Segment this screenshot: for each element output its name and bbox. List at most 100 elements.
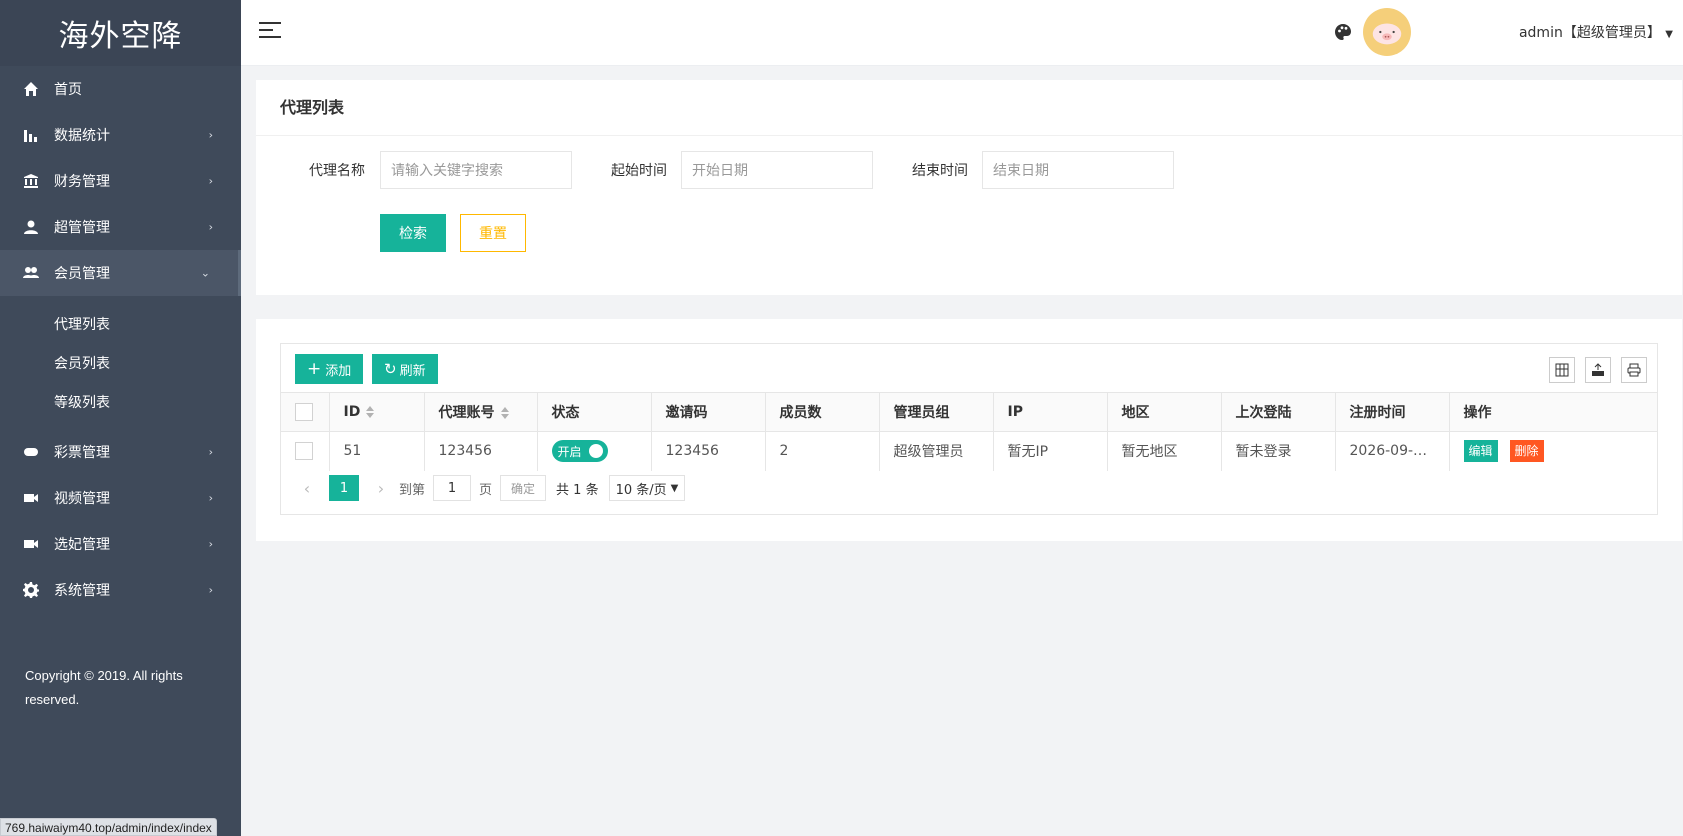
column-header: 操作: [1449, 392, 1657, 432]
top-header: admin【超级管理员】 ▼: [241, 0, 1683, 66]
submenu-item-level-list[interactable]: 等级列表: [0, 382, 241, 421]
search-button[interactable]: 检索: [380, 214, 446, 252]
video-icon: [22, 535, 40, 553]
column-header[interactable]: ID: [329, 392, 425, 432]
sidebar-item-finance[interactable]: 财务管理 ›: [0, 158, 241, 204]
chevron-down-icon: ▼: [670, 482, 679, 494]
copyright-text: Copyright © 2019. All rights reserved.: [25, 668, 183, 707]
bar-chart-icon: [22, 126, 40, 144]
cell-register-time: 2026-09-15 ...: [1335, 431, 1450, 471]
column-header-label: ID: [343, 404, 361, 420]
sidebar-item-label: 财务管理: [54, 174, 110, 190]
data-table-container: + 添加 ↻ 刷新 ID 代理账号 状态 邀请码 成员数 管理员组 IP 地区 …: [280, 343, 1658, 515]
export-icon[interactable]: [1585, 357, 1611, 383]
sidebar-item-video[interactable]: 视频管理 ›: [0, 475, 241, 521]
sidebar-item-label: 视频管理: [54, 491, 110, 507]
sidebar: 海外空降 首页 数据统计 › 财务管理 › 超管管理 › 会员管理 ⌄ 代理列表…: [0, 0, 241, 836]
column-header-label: 代理账号: [438, 405, 495, 421]
pagination: ‹ 1 › 到第 1 页 确定 共 1 条 10 条/页 ▼: [295, 474, 686, 502]
reset-button[interactable]: 重置: [460, 214, 526, 252]
avatar[interactable]: [1363, 8, 1411, 56]
select-all-checkbox[interactable]: [295, 403, 313, 421]
sidebar-item-label: 首页: [54, 82, 82, 98]
chevron-right-icon: ›: [208, 174, 213, 188]
column-header: IP: [993, 392, 1108, 432]
end-date-placeholder: 结束日期: [993, 163, 1049, 179]
table-toolbar: + 添加 ↻ 刷新: [281, 344, 1657, 392]
menu-toggle-icon[interactable]: [259, 22, 281, 42]
refresh-button-label: 刷新: [399, 363, 426, 379]
prev-page-icon[interactable]: ‹: [295, 479, 319, 498]
column-header[interactable]: 代理账号: [424, 392, 538, 432]
sidebar-item-statistics[interactable]: 数据统计 ›: [0, 112, 241, 158]
sort-icon[interactable]: [500, 407, 509, 419]
members-submenu: 代理列表 会员列表 等级列表: [0, 296, 241, 429]
chevron-right-icon: ›: [208, 537, 213, 551]
agent-table: ID 代理账号 状态 邀请码 成员数 管理员组 IP 地区 上次登陆 注册时间 …: [281, 392, 1657, 471]
page-size-select[interactable]: 10 条/页 ▼: [608, 475, 686, 501]
row-checkbox[interactable]: [295, 442, 313, 461]
bank-icon: [22, 172, 40, 190]
sidebar-item-label: 会员管理: [54, 266, 110, 282]
agent-name-placeholder: 请输入关键字搜索: [391, 163, 503, 179]
chevron-right-icon: ›: [208, 128, 213, 142]
status-toggle-label: 开启: [557, 444, 582, 459]
users-icon: [22, 264, 40, 282]
next-page-icon[interactable]: ›: [369, 479, 393, 498]
page-size-value: 10 条/页: [615, 482, 667, 498]
user-icon: [22, 218, 40, 236]
table-row: 51 123456 开启 123456 2 超级管理员 暂无IP 暂无地区 暂未…: [281, 431, 1657, 471]
end-date-input[interactable]: 结束日期: [982, 151, 1174, 189]
columns-filter-icon[interactable]: [1549, 357, 1575, 383]
palette-icon[interactable]: [1333, 22, 1353, 42]
column-header: 成员数: [765, 392, 880, 432]
chevron-down-icon: ⌄: [200, 266, 210, 280]
start-date-input[interactable]: 开始日期: [681, 151, 873, 189]
sidebar-item-label: 系统管理: [54, 583, 110, 599]
chevron-right-icon: ›: [208, 583, 213, 597]
start-time-label: 起始时间: [611, 163, 667, 179]
cell-member-count: 2: [765, 431, 880, 471]
sidebar-item-lottery[interactable]: 彩票管理 ›: [0, 429, 241, 475]
table-header-row: ID 代理账号 状态 邀请码 成员数 管理员组 IP 地区 上次登陆 注册时间 …: [281, 392, 1657, 432]
refresh-icon: ↻: [384, 360, 397, 378]
submenu-item-member-list[interactable]: 会员列表: [0, 343, 241, 382]
start-date-placeholder: 开始日期: [692, 163, 748, 179]
delete-button[interactable]: 删除: [1509, 440, 1544, 463]
cell-account: 123456: [424, 431, 538, 471]
sidebar-item-admins[interactable]: 超管管理 ›: [0, 204, 241, 250]
submenu-item-agent-list[interactable]: 代理列表: [0, 304, 241, 343]
user-name-label: admin【超级管理员】: [1518, 25, 1661, 41]
cell-status: 开启: [537, 431, 652, 471]
column-header: 管理员组: [879, 392, 994, 432]
print-icon[interactable]: [1621, 357, 1647, 383]
sidebar-item-selection[interactable]: 选妃管理 ›: [0, 521, 241, 567]
chevron-right-icon: ›: [208, 445, 213, 459]
sidebar-item-home[interactable]: 首页: [0, 66, 241, 112]
plus-icon: +: [307, 359, 322, 379]
video-icon: [22, 489, 40, 507]
cell-actions: 编辑 删除: [1449, 431, 1657, 471]
refresh-button[interactable]: ↻ 刷新: [372, 354, 438, 384]
gamepad-icon: [22, 443, 40, 461]
select-all-cell: [281, 392, 330, 432]
sort-icon[interactable]: [366, 406, 375, 418]
page-number-current[interactable]: 1: [329, 475, 359, 501]
edit-button[interactable]: 编辑: [1463, 440, 1498, 463]
agent-name-input[interactable]: 请输入关键字搜索: [380, 151, 572, 189]
goto-confirm-button[interactable]: 确定: [500, 475, 547, 501]
cell-admin-group: 超级管理员: [879, 431, 994, 471]
search-card: 代理列表 代理名称 请输入关键字搜索 起始时间 开始日期 结束时间 结束日期 检…: [256, 80, 1682, 295]
end-time-label: 结束时间: [912, 163, 968, 179]
status-toggle[interactable]: 开启: [551, 440, 608, 463]
user-menu[interactable]: admin【超级管理员】 ▼: [1519, 22, 1673, 42]
chevron-right-icon: ›: [208, 220, 213, 234]
cell-region: 暂无地区: [1107, 431, 1222, 471]
total-count: 共 1 条: [556, 482, 599, 498]
goto-label: 到第: [399, 482, 426, 498]
goto-page-input[interactable]: 1: [433, 475, 472, 501]
add-button[interactable]: + 添加: [295, 354, 364, 384]
sidebar-item-members[interactable]: 会员管理 ⌄: [0, 250, 241, 296]
sidebar-item-system[interactable]: 系统管理 ›: [0, 567, 241, 613]
cell-id: 51: [329, 431, 425, 471]
